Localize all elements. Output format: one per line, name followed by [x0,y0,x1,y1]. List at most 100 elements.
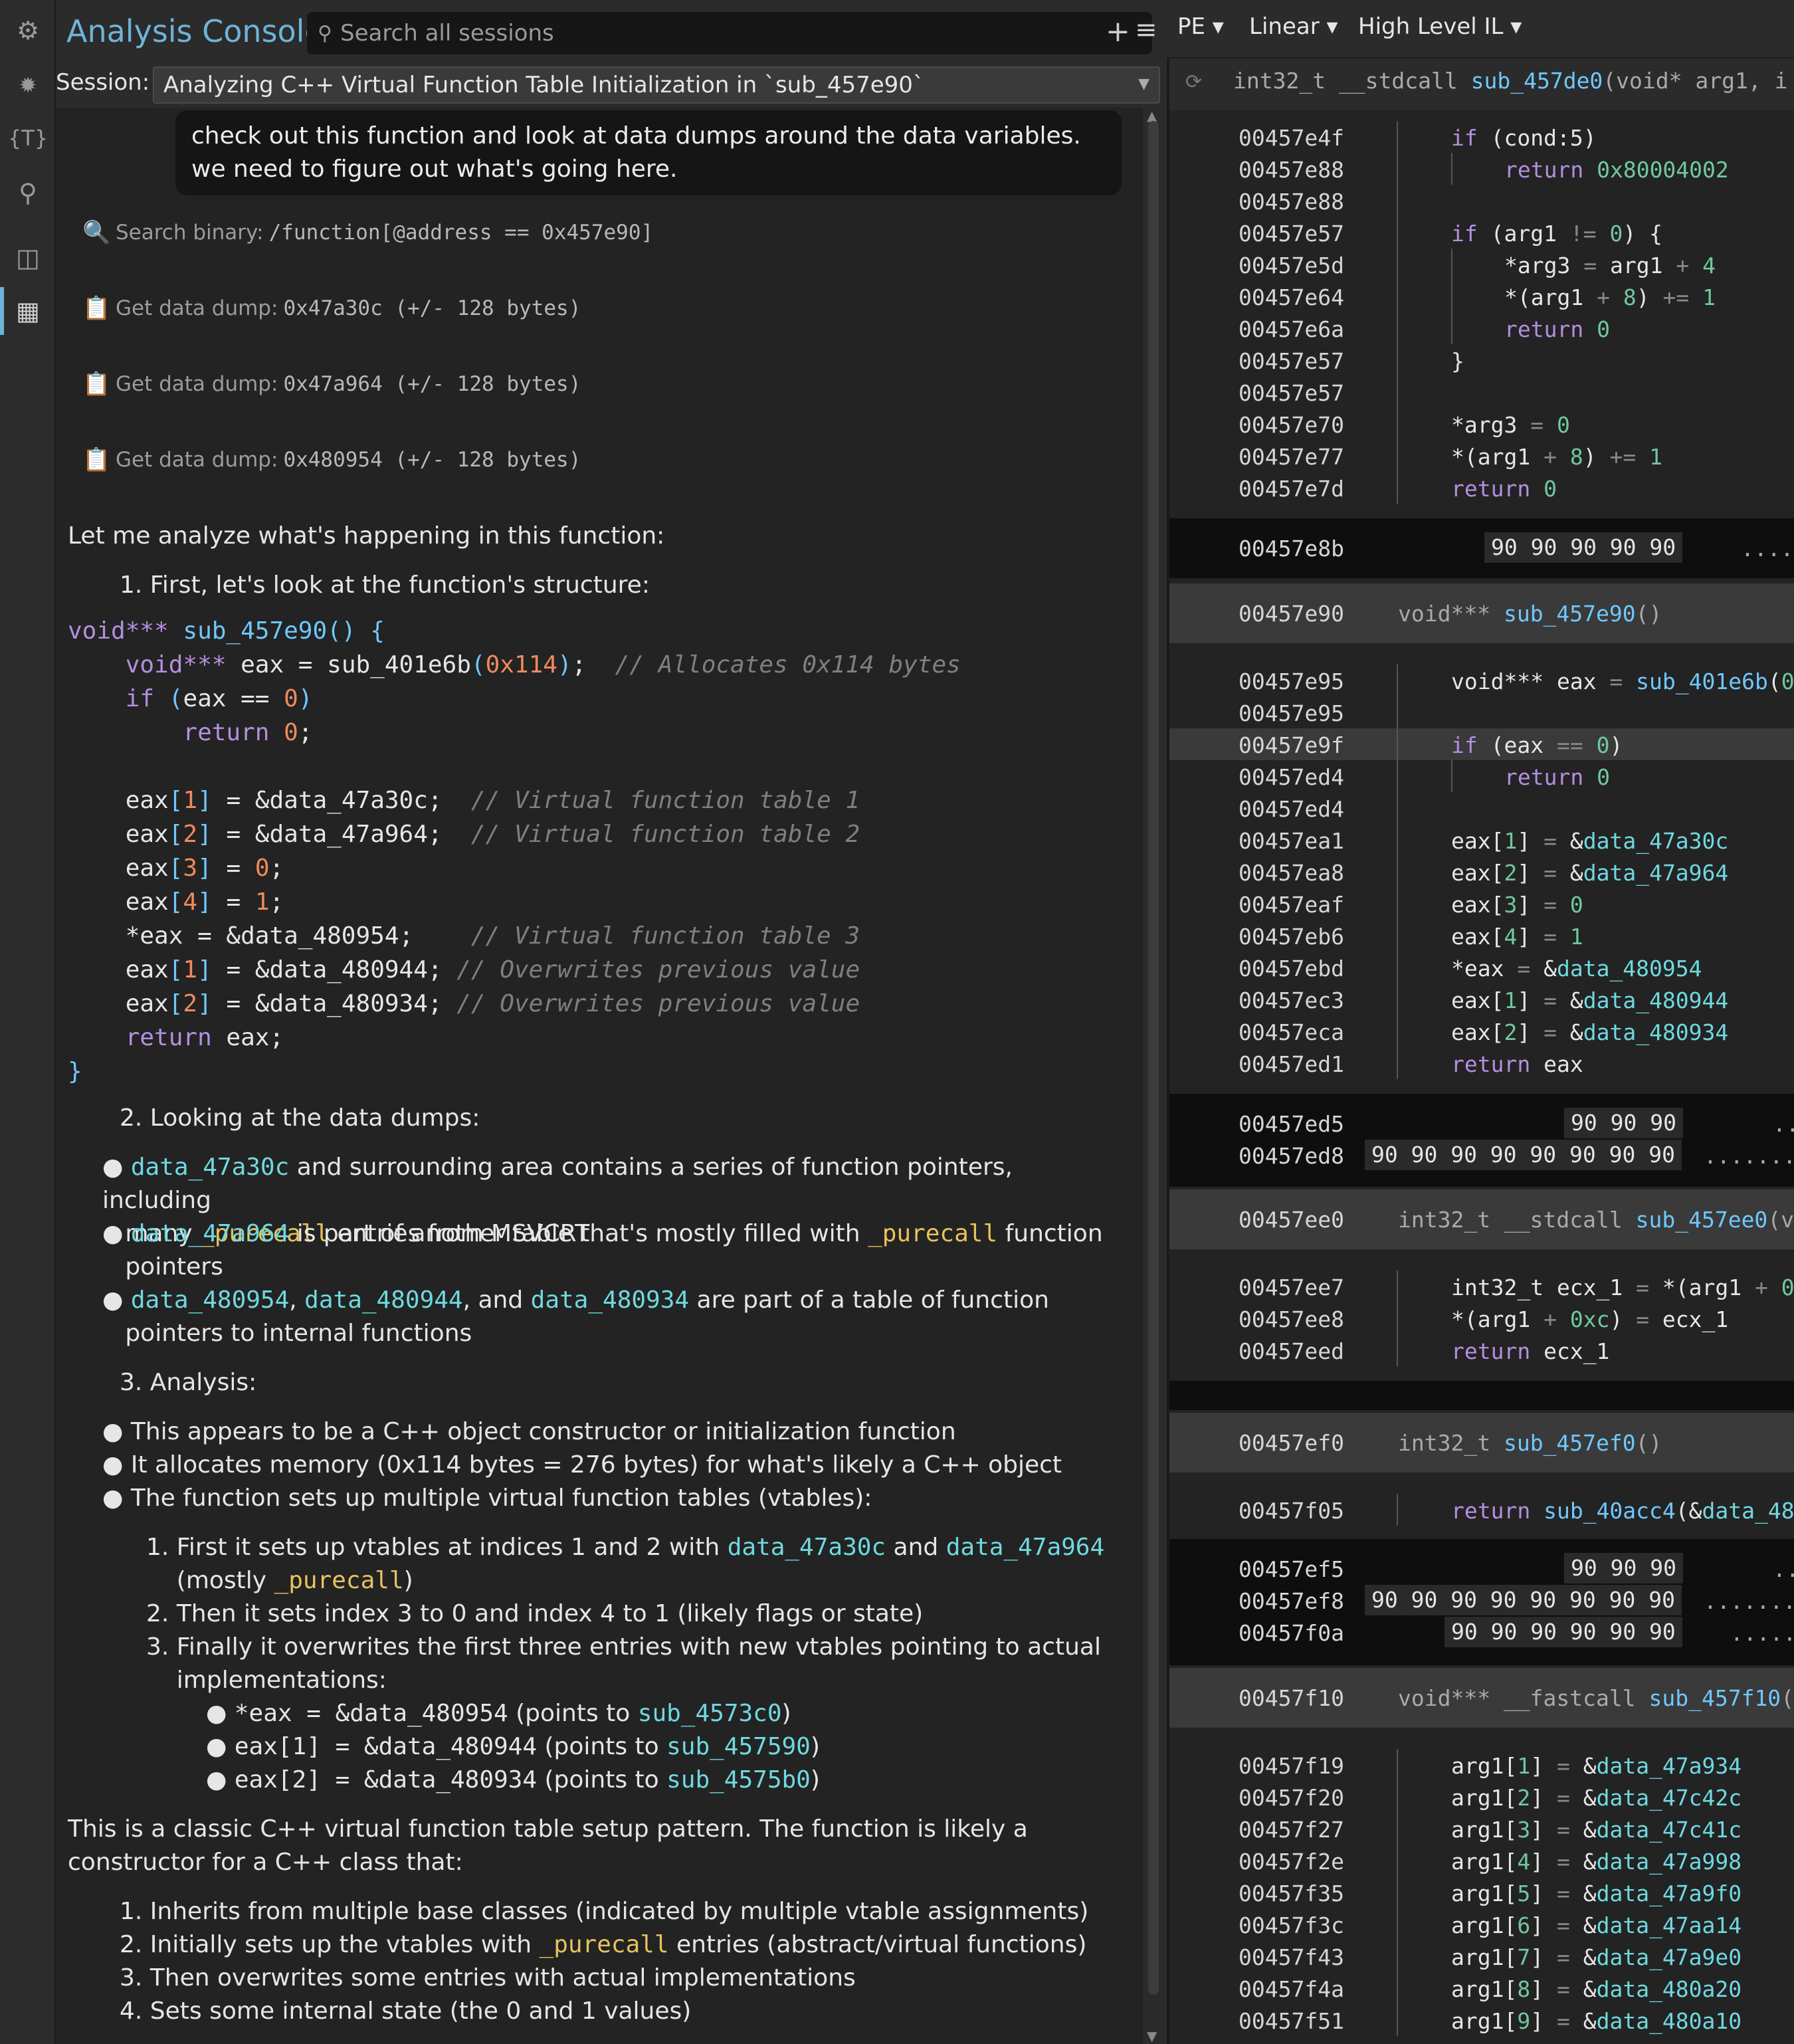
code-line[interactable]: 00457f2e arg1[4] = &data_47a998 [1169,1845,1794,1877]
chevron-down-icon: ▼ [1138,76,1149,92]
code-line[interactable]: 00457f43 arg1[7] = &data_47a9e0 [1169,1940,1794,1972]
padding-block: 00457ed590 90 90.. 00457ed890 90 90 90 9… [1169,1094,1794,1187]
code-line[interactable]: 00457f05 return sub_40acc4(&data_48 [1169,1494,1794,1526]
robot-icon[interactable]: ⚙ [12,15,44,47]
search-placeholder: Search all sessions [340,20,554,47]
chat-header: Analysis Console ⚲ Search all sessions +… [56,0,1167,66]
code-line[interactable]: 00457ed1 return eax [1169,1047,1794,1079]
code-line[interactable]: 00457e64 *(arg1 + 8) += 1 [1169,280,1794,312]
code-line[interactable]: 00457e70 *arg3 = 0 [1169,408,1794,440]
code-line[interactable]: 00457e95 [1169,696,1794,728]
step-3: 3. Analysis: [120,1369,257,1396]
function-header: ⟳ int32_t __stdcall sub_457de0(void* arg… [1169,57,1794,110]
clipboard-icon: 📋 [82,295,111,322]
list-item: 3. Finally it overwrites the first three… [146,1633,1101,1694]
type-braces-icon[interactable]: {T} [8,122,48,154]
view-type-dropdown[interactable]: PE ▾ [1177,13,1224,40]
code-line[interactable]: 00457eaf eax[3] = 0 [1169,888,1794,920]
hlil-view[interactable]: 00457e4f if (cond:5) 00457e88 return 0x800… [1169,110,1794,2044]
view-toolbar: PE ▾ Linear ▾ High Level IL ▾ [1167,0,1794,57]
list-item: ● This appears to be a C++ object constr… [102,1418,956,1445]
refresh-icon[interactable]: ⟳ [1185,70,1202,94]
magnifier-icon: 🔍 [82,219,111,246]
location-pin-icon[interactable]: ⚲ [12,177,44,209]
list-item: ● It allocates memory (0x114 bytes = 276… [102,1451,1062,1479]
code-line[interactable]: 00457f19 arg1[1] = &data_47a934 [1169,1749,1794,1781]
code-line-highlighted[interactable]: 00457e9f if (eax == 0) [1169,728,1794,760]
function-header-row[interactable]: 00457f10 void*** __fastcall sub_457f10( [1169,1668,1794,1728]
list-item: 2. Initially sets up the vtables with _p… [120,1931,1087,1958]
code-line[interactable]: 00457f35 arg1[5] = &data_47a9f0 [1169,1877,1794,1908]
list-item: ● The function sets up multiple virtual … [102,1484,872,1512]
code-line[interactable]: 00457e7d return 0 [1169,472,1794,504]
code-line[interactable]: 00457ea1 eax[1] = &data_47a30c [1169,824,1794,856]
intro-text: Let me analyze what's happening in this … [68,522,665,550]
session-label: Session: [56,69,150,96]
code-line[interactable]: 00457e77 *(arg1 + 8) += 1 [1169,440,1794,472]
code-line[interactable]: 00457e95 void*** eax = sub_401e6b(0 [1169,664,1794,696]
function-signature[interactable]: int32_t __stdcall sub_457de0(void* arg1,… [1233,68,1787,94]
app-title: Analysis Console [66,13,324,49]
step-2: 2. Looking at the data dumps: [120,1104,480,1132]
code-line[interactable]: 00457f51 arg1[9] = &data_480a10 [1169,2004,1794,2036]
session-select[interactable]: Analyzing C++ Virtual Function Table Ini… [153,66,1160,104]
list-item: ● eax[1] = &data_480944 (points to sub_4… [206,1733,820,1760]
list-item: 3. Then overwrites some entries with act… [120,1964,856,1992]
list-item: 1. Inherits from multiple base classes (… [120,1898,1089,1925]
list-item: 2. Then it sets index 3 to 0 and index 4… [146,1600,924,1627]
padding-block: 00457ef590 90 90.. 00457ef890 90 90 90 9… [1169,1539,1794,1665]
layout-dropdown[interactable]: Linear ▾ [1249,13,1338,40]
code-line[interactable]: 00457ea8 eax[2] = &data_47a964 [1169,856,1794,888]
code-line[interactable]: 00457f20 arg1[2] = &data_47c42c [1169,1781,1794,1813]
code-line[interactable]: 00457e88 [1169,185,1794,217]
hierarchy-icon[interactable]: ◫ [12,242,44,274]
chat-transcript: check out this function and look at data… [56,108,1143,2044]
list-item: ● data_47a964 is part of another table t… [102,1220,1103,1280]
graph-nodes-icon[interactable]: ▦ [12,295,44,327]
search-input[interactable]: ⚲ Search all sessions [307,12,1152,54]
code-line[interactable]: 00457eca eax[2] = &data_480934 [1169,1015,1794,1047]
left-rail: ⚙ ✹ {T} ⚲ ◫ ▦ [0,0,56,2044]
padding-block [1169,1381,1794,1410]
closing-text: This is a classic C++ virtual function t… [68,1815,1028,1876]
tool-call[interactable]: 📋 Get data dump: 0x480954 (+/- 128 bytes… [82,447,581,473]
code-line[interactable]: 00457e4f if (cond:5) [1169,121,1794,153]
function-header-row[interactable]: 00457e90 void*** sub_457e90() [1169,583,1794,643]
code-line[interactable]: 00457e57 [1169,376,1794,408]
code-line[interactable]: 00457f4a arg1[8] = &data_480a20 [1169,1972,1794,2004]
code-line[interactable]: 00457ee8 *(arg1 + 0xc) = ecx_1 [1169,1302,1794,1334]
code-line[interactable]: 00457ed4 [1169,792,1794,824]
code-line[interactable]: 00457e6a return 0 [1169,312,1794,344]
code-line[interactable]: 00457f27 arg1[3] = &data_47c41c [1169,1813,1794,1845]
menu-icon[interactable]: ≡ [1135,15,1157,45]
function-header-row[interactable]: 00457ee0 int32_t __stdcall sub_457ee0(v [1169,1189,1794,1249]
tool-call[interactable]: 📋 Get data dump: 0x47a964 (+/- 128 bytes… [82,371,581,397]
function-header-row[interactable]: 00457ef0 int32_t sub_457ef0() [1169,1413,1794,1473]
code-line[interactable]: 00457e57 if (arg1 != 0) { [1169,217,1794,249]
code-line[interactable]: 00457f3c arg1[6] = &data_47aa14 [1169,1908,1794,1940]
code-line[interactable]: 00457e88 return 0x80004002 [1169,153,1794,185]
list-item: 1. First it sets up vtables at indices 1… [146,1534,1105,1594]
search-icon: ⚲ [318,21,332,45]
scroll-down-icon[interactable]: ▼ [1147,2028,1157,2044]
scrollbar-thumb[interactable] [1148,121,1159,1995]
code-line[interactable]: 00457ebd *eax = &data_480954 [1169,952,1794,983]
new-session-button[interactable]: + [1106,15,1130,49]
code-line[interactable]: 00457ec3 eax[1] = &data_480944 [1169,983,1794,1015]
code-line[interactable]: 00457ee7 int32_t ecx_1 = *(arg1 + 0 [1169,1271,1794,1302]
code-line[interactable]: 00457ed4 return 0 [1169,760,1794,792]
bug-icon[interactable]: ✹ [12,69,44,101]
il-level-dropdown[interactable]: High Level IL ▾ [1358,13,1522,40]
code-block: void*** sub_457e90() { void*** eax = sub… [68,617,961,1085]
session-value: Analyzing C++ Virtual Function Table Ini… [163,72,924,98]
user-message: check out this function and look at data… [175,110,1122,195]
code-line[interactable]: 00457eed return ecx_1 [1169,1334,1794,1366]
code-line[interactable]: 00457eb6 eax[4] = 1 [1169,920,1794,952]
tool-call[interactable]: 🔍 Search binary: /function[@address == 0… [82,219,653,246]
padding-block: 00457e8b 90 90 90 90 90.... [1169,518,1794,578]
code-line[interactable]: 00457e57} [1169,344,1794,376]
code-line[interactable]: 00457e5d *arg3 = arg1 + 4 [1169,249,1794,280]
chat-scrollbar[interactable]: ▲ ▼ [1143,108,1167,2044]
list-item: ● *eax = &data_480954 (points to sub_457… [206,1700,791,1727]
tool-call[interactable]: 📋 Get data dump: 0x47a30c (+/- 128 bytes… [82,295,581,322]
